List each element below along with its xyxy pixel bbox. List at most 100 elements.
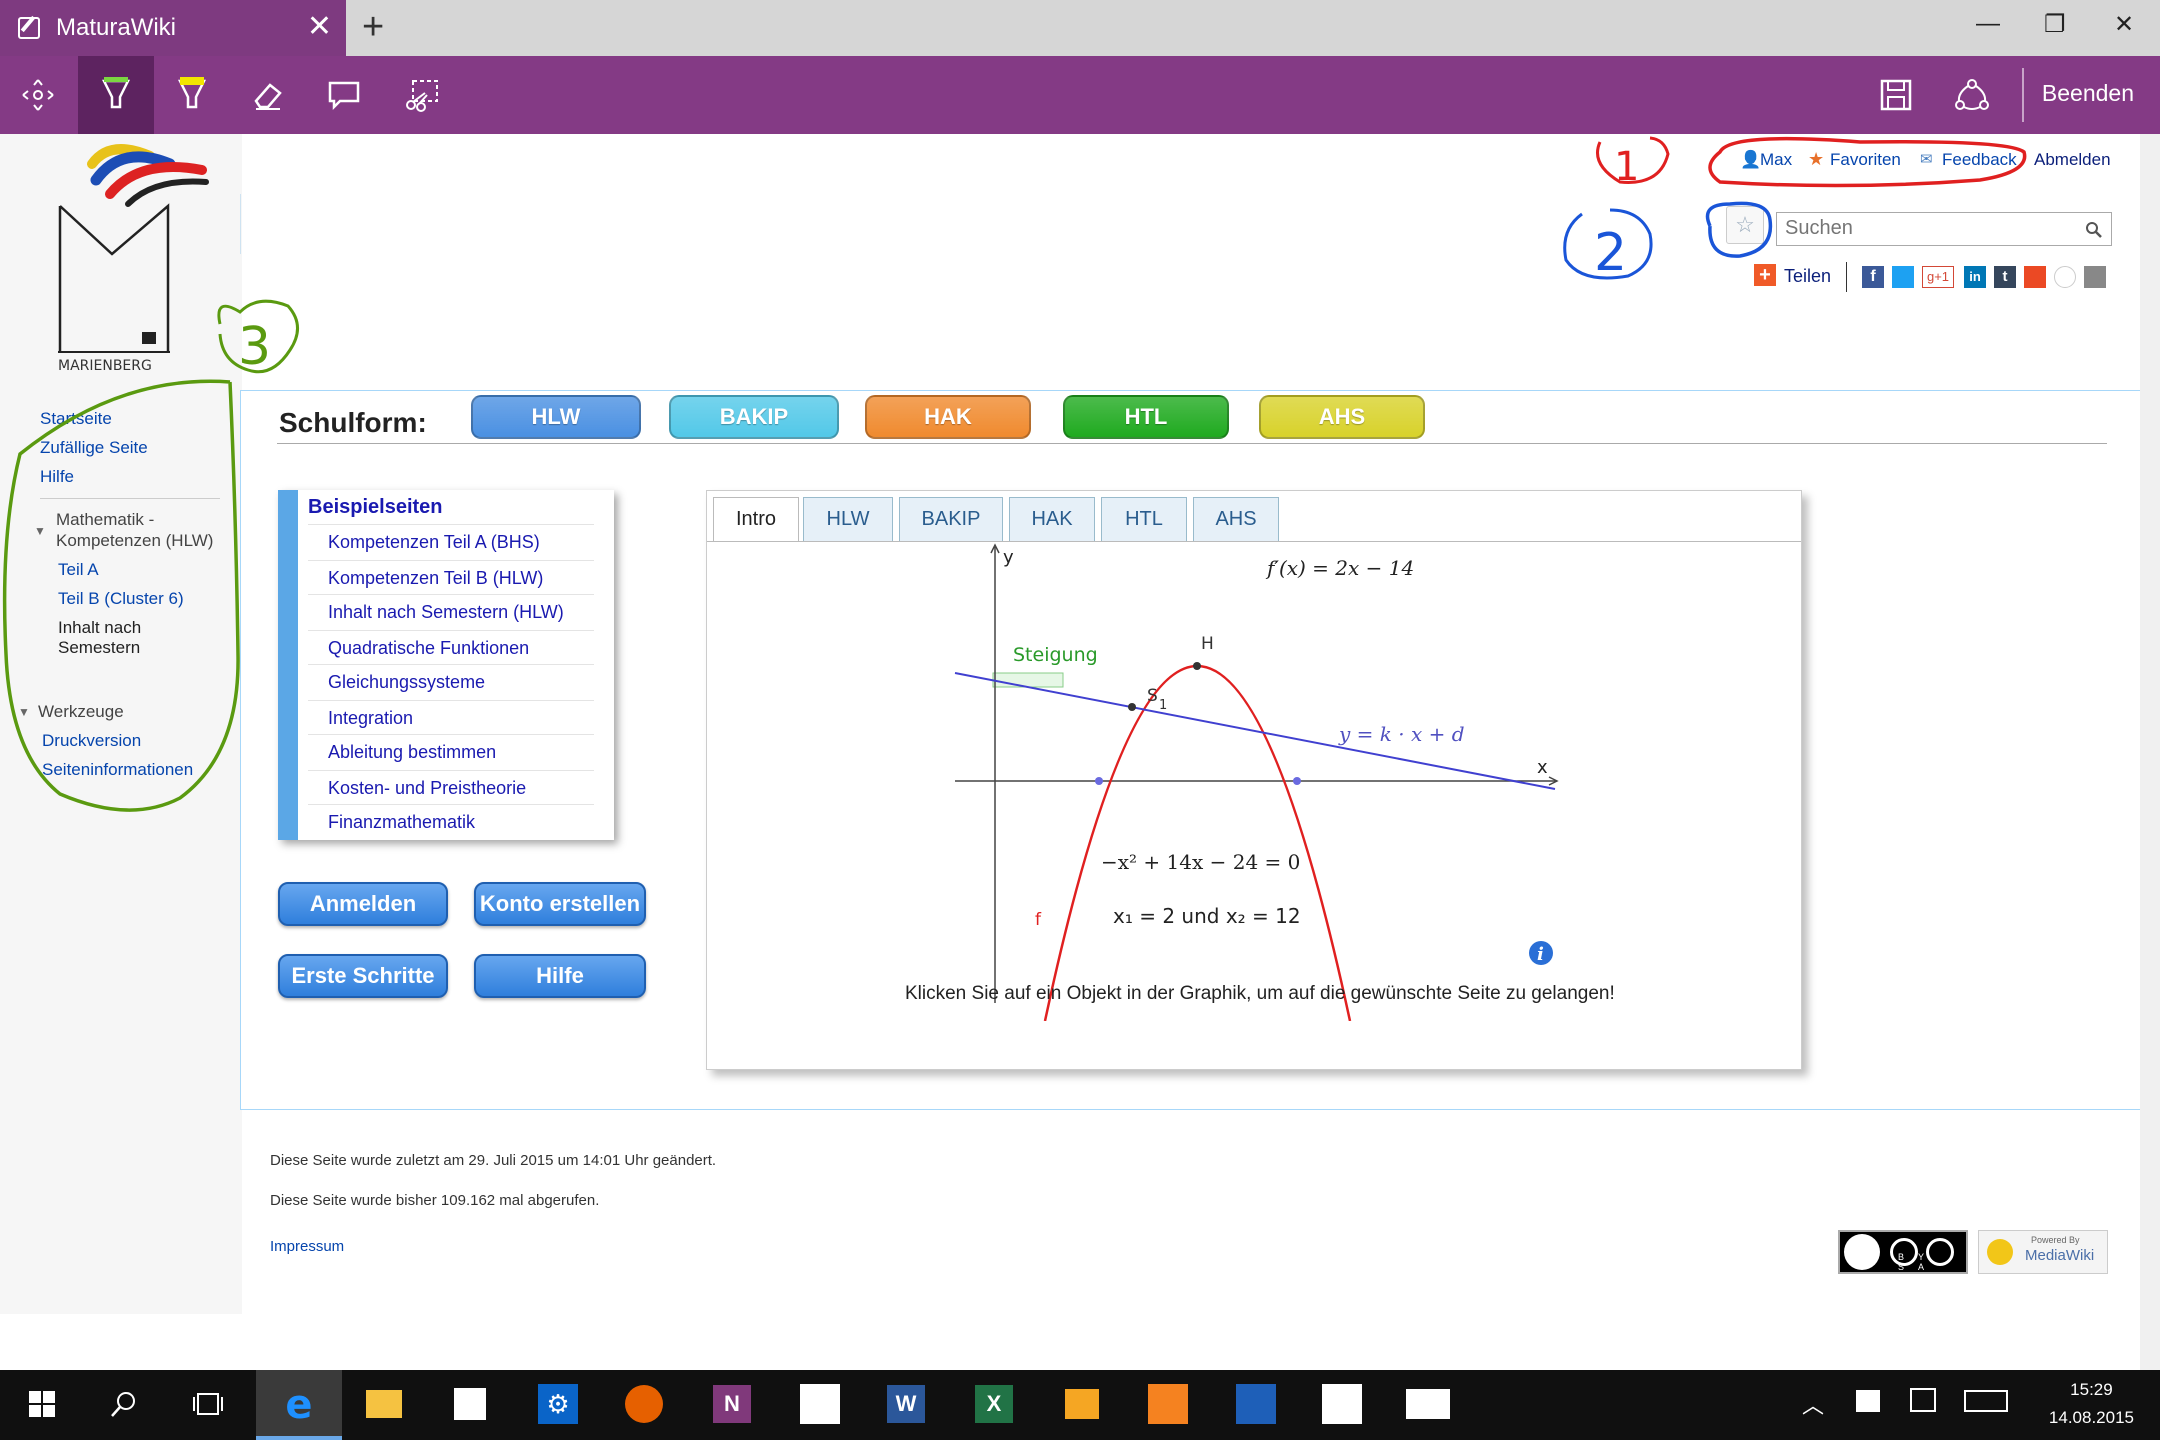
tab-hak[interactable]: HAK — [1009, 497, 1095, 541]
search-taskbar-icon[interactable] — [100, 1380, 148, 1428]
browser-tab[interactable]: MaturaWiki ✕ — [0, 0, 346, 56]
exit-button[interactable]: Beenden — [2042, 80, 2134, 107]
graph-box: Intro HLW BAKIP HAK HTL AHS y x f′(x) = … — [706, 490, 1802, 1070]
comment-icon[interactable] — [306, 56, 382, 134]
edge-browser-icon[interactable]: e — [256, 1370, 342, 1440]
file-explorer-icon[interactable] — [360, 1380, 408, 1428]
slope-triangle[interactable] — [992, 672, 1064, 688]
mail-icon[interactable] — [1404, 1380, 1452, 1428]
tab-ahs[interactable]: AHS — [1193, 497, 1279, 541]
clock[interactable]: 15:29 14.08.2015 — [2049, 1376, 2134, 1432]
help-button[interactable]: Hilfe — [474, 954, 646, 998]
annotation-number-3: 3 — [238, 317, 271, 377]
mediawiki-badge[interactable]: Powered By MediaWiki — [1978, 1230, 2108, 1274]
schulform-hak-button[interactable]: HAK — [865, 395, 1031, 439]
beispiel-item[interactable]: Kompetenzen Teil A (BHS) — [328, 532, 540, 553]
h-label: H — [1201, 634, 1214, 654]
onenote-icon[interactable]: N — [708, 1380, 756, 1428]
save-icon[interactable] — [1858, 56, 1934, 134]
schulform-ahs-button[interactable]: AHS — [1259, 395, 1425, 439]
first-steps-button[interactable]: Erste Schritte — [278, 954, 448, 998]
start-button[interactable] — [18, 1380, 66, 1428]
tab-close-button[interactable]: ✕ — [307, 12, 332, 42]
beispiel-item[interactable]: Gleichungssysteme — [328, 672, 485, 693]
beispiel-item[interactable]: Finanzmathematik — [328, 812, 475, 833]
tab-bakip[interactable]: BAKIP — [899, 497, 1003, 541]
beispiel-item[interactable]: Integration — [328, 708, 413, 729]
keyboard-icon[interactable] — [1964, 1390, 2008, 1412]
powered-by-text: Powered By — [2031, 1235, 2080, 1245]
annotation-toolbar: Beenden — [0, 56, 2160, 134]
app-pentagon-icon[interactable] — [796, 1380, 844, 1428]
sunflower-icon — [1987, 1239, 2013, 1265]
pan-icon[interactable] — [0, 56, 76, 134]
create-account-button[interactable]: Konto erstellen — [474, 882, 646, 926]
highlighter-icon[interactable] — [154, 56, 230, 134]
mediawiki-text: MediaWiki — [2025, 1247, 2095, 1264]
tray-chevron-icon[interactable]: ︿ — [1802, 1388, 1824, 1420]
derivative-formula[interactable]: f′(x) = 2x − 14 — [1265, 556, 1414, 580]
share-icon[interactable] — [1934, 56, 2010, 134]
tab-htl[interactable]: HTL — [1101, 497, 1187, 541]
cc-badge-text: BY SA — [1898, 1252, 1939, 1272]
line-equation-label[interactable]: y = k · x + d — [1338, 722, 1465, 746]
s1-label: S — [1147, 686, 1158, 706]
solution-label[interactable]: x₁ = 2 und x₂ = 12 — [1113, 904, 1301, 928]
pen-icon[interactable] — [78, 56, 154, 134]
new-tab-button[interactable]: + — [362, 6, 384, 49]
login-button[interactable]: Anmelden — [278, 882, 448, 926]
minimize-button[interactable]: — — [1976, 10, 2000, 38]
root-point-1[interactable] — [1095, 777, 1103, 785]
settings-icon[interactable]: ⚙ — [534, 1380, 582, 1428]
beispiel-item[interactable]: Kosten- und Preistheorie — [328, 778, 526, 799]
root-point-2[interactable] — [1293, 777, 1301, 785]
schulform-underline — [277, 443, 2107, 444]
restore-button[interactable]: ❐ — [2044, 10, 2066, 39]
excel-icon[interactable]: X — [970, 1380, 1018, 1428]
notifications-icon[interactable] — [1910, 1388, 1936, 1412]
tab-intro[interactable]: Intro — [713, 497, 799, 541]
beispiel-item[interactable]: Ableitung bestimmen — [328, 742, 496, 763]
dropbox-icon[interactable] — [1856, 1390, 1880, 1412]
steigung-label[interactable]: Steigung — [1013, 644, 1098, 666]
info-icon-glyph: i — [1537, 944, 1544, 965]
divider — [308, 594, 594, 595]
beispielseiten-accent-bar — [278, 490, 298, 840]
beispiel-item[interactable]: Kompetenzen Teil B (HLW) — [328, 568, 543, 589]
word-icon[interactable]: W — [882, 1380, 930, 1428]
tab-hlw[interactable]: HLW — [803, 497, 893, 541]
clip-icon[interactable] — [384, 56, 460, 134]
beispielseiten-title[interactable]: Beispielseiten — [308, 496, 443, 519]
function-graph[interactable]: y x f′(x) = 2x − 14 Steigung H S 1 y = k… — [707, 541, 1801, 1021]
beispiel-item[interactable]: Inhalt nach Semestern (HLW) — [328, 602, 564, 623]
browser-title-bar: MaturaWiki ✕ + — ❐ ✕ — [0, 0, 2160, 56]
close-window-button[interactable]: ✕ — [2114, 10, 2134, 39]
task-view-icon[interactable] — [184, 1380, 232, 1428]
store-icon[interactable] — [446, 1380, 494, 1428]
divider — [308, 630, 594, 631]
pdf-icon[interactable] — [1144, 1380, 1192, 1428]
x-axis-label: x — [1537, 757, 1548, 778]
maximum-point-h[interactable] — [1193, 662, 1201, 670]
y-axis-label: y — [1003, 547, 1014, 568]
schulform-hlw-button[interactable]: HLW — [471, 395, 641, 439]
cc-license-badge[interactable]: BY SA — [1838, 1230, 1968, 1274]
eraser-icon[interactable] — [230, 56, 306, 134]
beispiel-item[interactable]: Quadratische Funktionen — [328, 638, 529, 659]
tangent-line[interactable] — [954, 672, 1556, 790]
quadratic-equation[interactable]: −x² + 14x − 24 = 0 — [1101, 850, 1300, 874]
graph-caption: Klicken Sie auf ein Objekt in der Graphi… — [905, 983, 1615, 1004]
schulform-bakip-button[interactable]: BAKIP — [669, 395, 839, 439]
impressum-link[interactable]: Impressum — [270, 1238, 344, 1255]
s1-subscript: 1 — [1159, 698, 1167, 713]
edit-icon — [18, 17, 40, 39]
firefox-icon[interactable] — [620, 1380, 668, 1428]
schulform-label: Schulform: — [279, 407, 427, 438]
intersection-point-s1[interactable] — [1128, 703, 1136, 711]
pen-app-icon[interactable] — [1318, 1380, 1366, 1428]
check-app-icon[interactable] — [1232, 1380, 1280, 1428]
schulform-htl-button[interactable]: HTL — [1063, 395, 1229, 439]
page-scrollbar[interactable] — [2140, 134, 2160, 1370]
footer-last-modified: Diese Seite wurde zuletzt am 29. Juli 20… — [270, 1152, 717, 1169]
search-files-icon[interactable] — [1058, 1380, 1106, 1428]
